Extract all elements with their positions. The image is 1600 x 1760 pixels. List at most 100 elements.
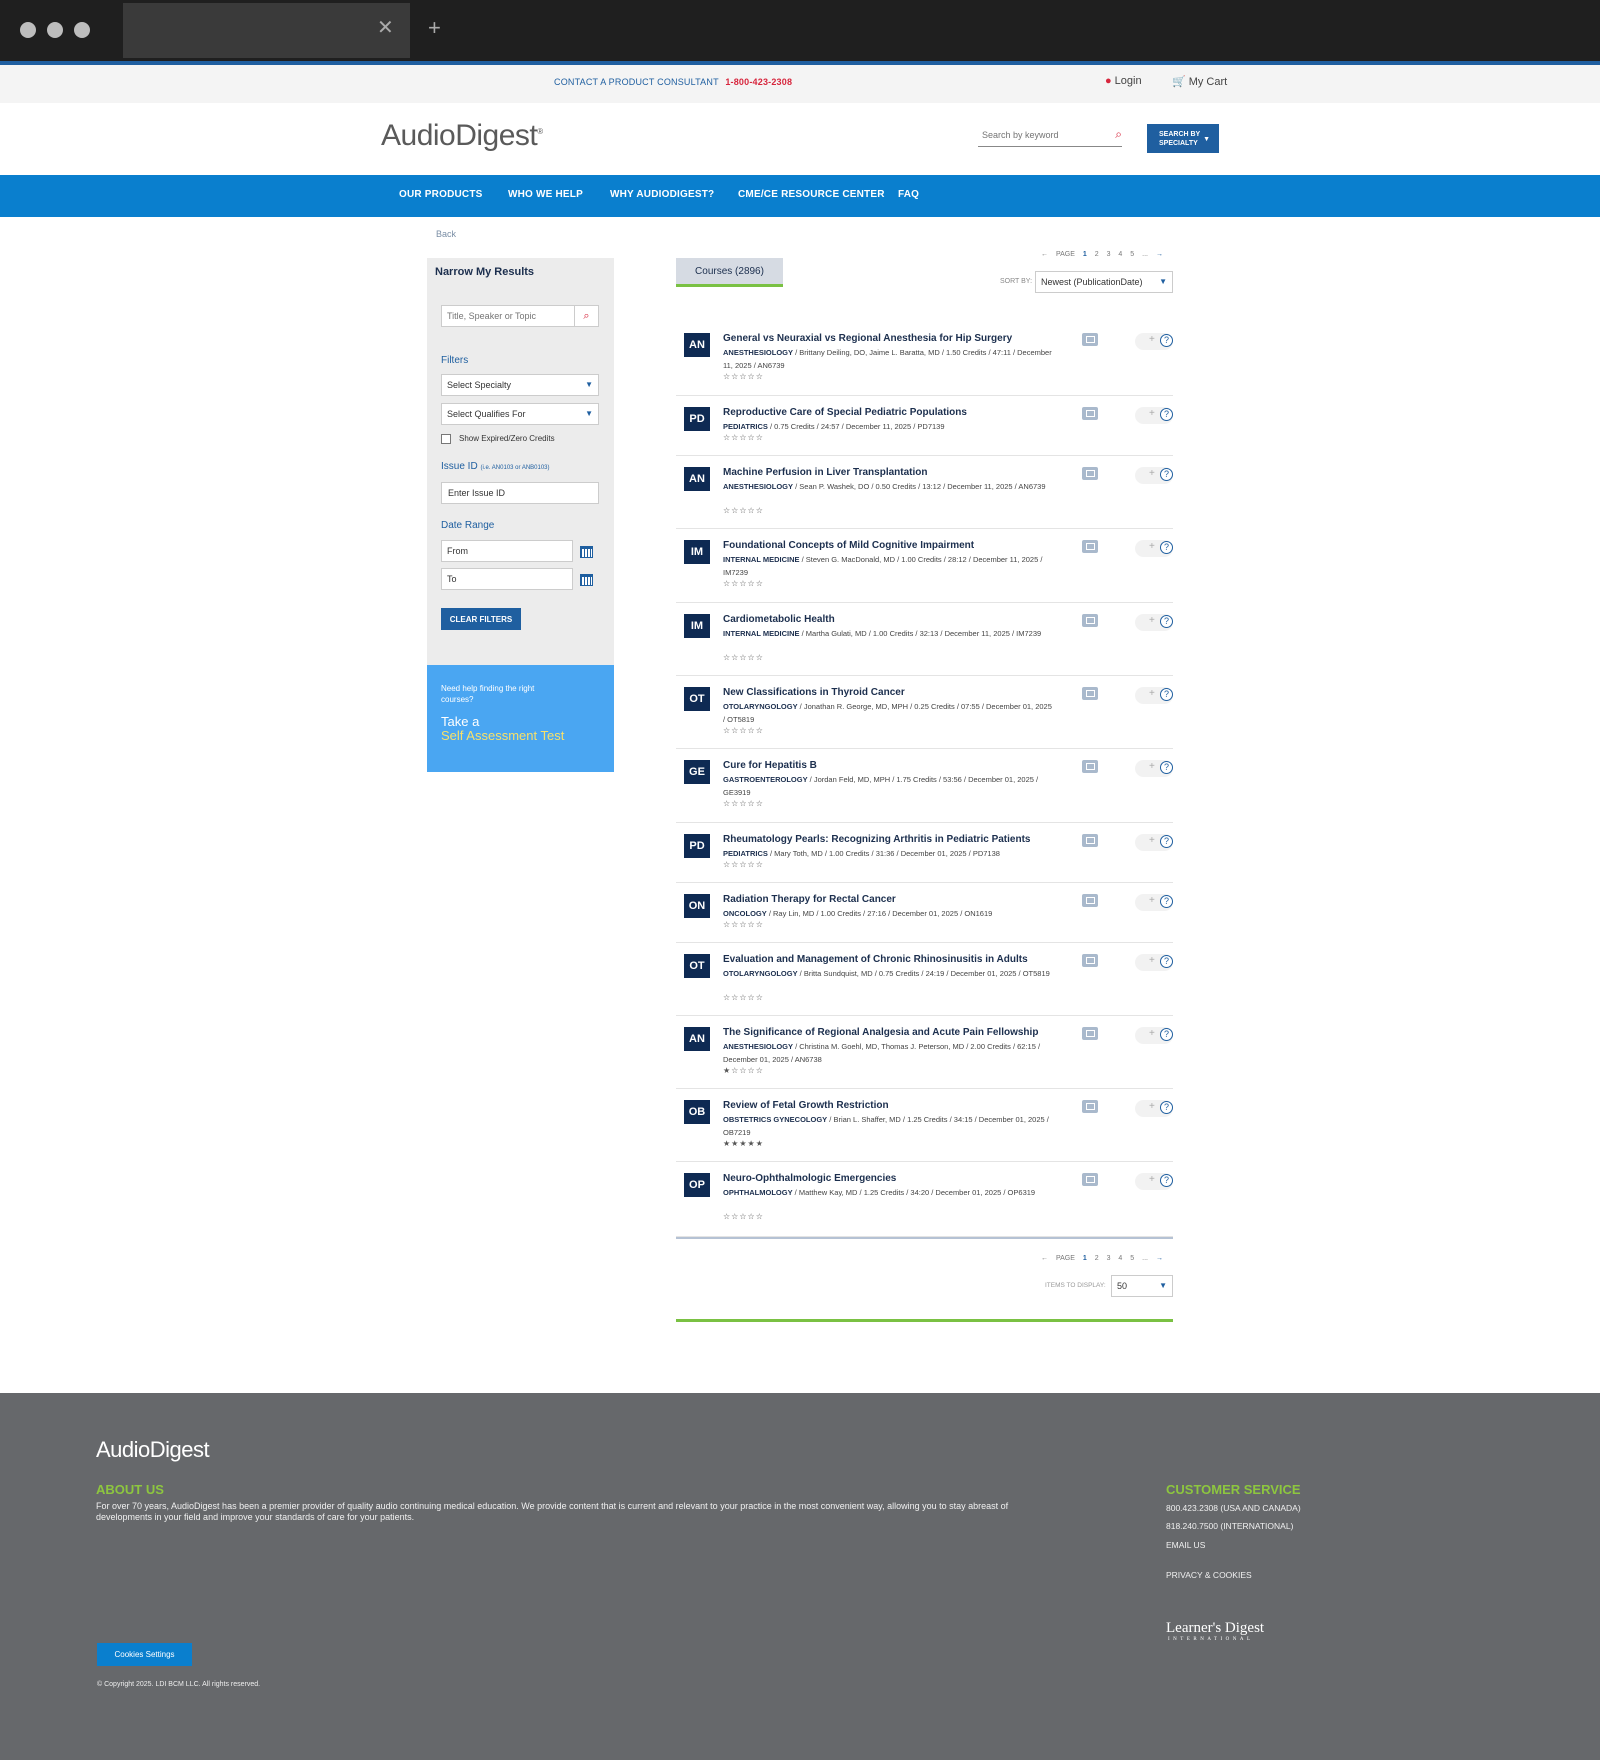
star-icon[interactable]: ☆ [739,579,747,588]
add-course-toggle[interactable]: +? [1135,540,1173,557]
issue-id-input[interactable]: Enter Issue ID [441,482,599,504]
course-title[interactable]: General vs Neuraxial vs Regional Anesthe… [723,333,1012,344]
star-icon[interactable]: ☆ [748,579,756,588]
calendar-icon[interactable] [580,574,593,586]
window-minimize-dot[interactable] [47,22,63,38]
help-icon[interactable]: ? [1160,541,1173,554]
star-icon[interactable]: ☆ [739,433,747,442]
course-row[interactable]: IM Cardiometabolic Health INTERNAL MEDICIN… [676,603,1173,676]
course-title[interactable]: Reproductive Care of Special Pediatric P… [723,407,967,418]
star-icon[interactable]: ☆ [723,920,731,929]
site-logo[interactable]: AudioDigest® [381,119,543,153]
add-course-toggle[interactable]: +? [1135,1027,1173,1044]
course-title[interactable]: The Significance of Regional Analgesia a… [723,1027,1038,1038]
star-rating[interactable]: ★☆☆☆☆ [723,1066,764,1075]
star-icon[interactable]: ☆ [748,433,756,442]
cs-email-link[interactable]: EMAIL US [1166,1540,1205,1550]
course-title[interactable]: Neuro-Ophthalmologic Emergencies [723,1173,896,1184]
course-row[interactable]: AN The Significance of Regional Analgesia… [676,1016,1173,1089]
media-preview-icon[interactable] [1082,1027,1098,1040]
star-icon[interactable]: ☆ [739,1212,747,1221]
help-icon[interactable]: ? [1160,615,1173,628]
course-title[interactable]: Rheumatology Pearls: Recognizing Arthrit… [723,834,1030,845]
course-row[interactable]: OT New Classifications in Thyroid Cancer O… [676,676,1173,749]
footer-logo[interactable]: AudioDigest [96,1437,210,1463]
course-row[interactable]: ON Radiation Therapy for Rectal Cancer ONC… [676,883,1173,943]
star-rating[interactable]: ☆☆☆☆☆ [723,506,764,515]
star-rating[interactable]: ☆☆☆☆☆ [723,993,764,1002]
add-course-toggle[interactable]: +? [1135,333,1173,350]
course-row[interactable]: AN Machine Perfusion in Liver Transplanta… [676,456,1173,529]
media-preview-icon[interactable] [1082,1173,1098,1186]
media-preview-icon[interactable] [1082,834,1098,847]
self-assessment-promo[interactable]: Need help finding the right courses? Tak… [427,665,614,772]
pager-page-1[interactable]: 1 [1083,251,1087,258]
pager-next[interactable]: → [1156,1255,1163,1262]
star-icon[interactable]: ☆ [739,372,747,381]
star-icon[interactable]: ★ [739,1139,747,1148]
star-icon[interactable]: ☆ [756,726,764,735]
date-to-input[interactable]: To [441,568,573,590]
course-title[interactable]: Review of Fetal Growth Restriction [723,1100,889,1111]
star-rating[interactable]: ☆☆☆☆☆ [723,799,764,808]
back-link[interactable]: Back [436,229,456,239]
star-rating[interactable]: ☆☆☆☆☆ [723,653,764,662]
star-rating[interactable]: ☆☆☆☆☆ [723,920,764,929]
pager-page-5[interactable]: 5 [1130,251,1134,258]
media-preview-icon[interactable] [1082,540,1098,553]
help-icon[interactable]: ? [1160,688,1173,701]
pager-next[interactable]: → [1156,251,1163,258]
help-icon[interactable]: ? [1160,1101,1173,1114]
pager-prev[interactable]: ← [1041,1255,1048,1262]
star-icon[interactable]: ☆ [756,1066,764,1075]
media-preview-icon[interactable] [1082,614,1098,627]
sidebar-search-input[interactable] [442,306,572,326]
star-icon[interactable]: ☆ [748,506,756,515]
pager-page-3[interactable]: 3 [1107,1255,1111,1262]
window-maximize-dot[interactable] [74,22,90,38]
star-icon[interactable]: ☆ [739,920,747,929]
clear-filters-button[interactable]: CLEAR FILTERS [441,608,521,630]
star-rating[interactable]: ☆☆☆☆☆ [723,726,764,735]
show-expired-checkbox[interactable] [441,434,451,444]
media-preview-icon[interactable] [1082,333,1098,346]
media-preview-icon[interactable] [1082,954,1098,967]
items-to-display-select[interactable]: 50 ▼ [1111,1275,1173,1297]
calendar-icon[interactable] [580,546,593,558]
star-rating[interactable]: ☆☆☆☆☆ [723,1212,764,1221]
privacy-cookies-link[interactable]: PRIVACY & COOKIES [1166,1570,1252,1580]
star-icon[interactable]: ★ [723,1139,731,1148]
star-icon[interactable]: ☆ [739,799,747,808]
media-preview-icon[interactable] [1082,894,1098,907]
star-icon[interactable]: ☆ [739,1066,747,1075]
qualifies-select[interactable]: Select Qualifies For ▼ [441,403,599,425]
pager-page-2[interactable]: 2 [1095,1255,1099,1262]
add-course-toggle[interactable]: +? [1135,954,1173,971]
nav-faq[interactable]: FAQ [898,189,919,200]
course-title[interactable]: Cure for Hepatitis B [723,760,817,771]
course-title[interactable]: Evaluation and Management of Chronic Rhi… [723,954,1028,965]
course-row[interactable]: GE Cure for Hepatitis B GASTROENTEROLOGY /… [676,749,1173,823]
star-icon[interactable]: ☆ [723,372,731,381]
login-link[interactable]: ● Login [1105,75,1142,87]
star-icon[interactable]: ★ [748,1139,756,1148]
star-icon[interactable]: ☆ [756,579,764,588]
new-tab-icon[interactable]: + [428,17,441,39]
star-icon[interactable]: ☆ [756,993,764,1002]
star-icon[interactable]: ☆ [723,860,731,869]
pager-page-4[interactable]: 4 [1118,1255,1122,1262]
star-icon[interactable]: ☆ [748,860,756,869]
star-icon[interactable]: ☆ [748,653,756,662]
help-icon[interactable]: ? [1160,334,1173,347]
course-row[interactable]: OB Review of Fetal Growth Restriction OBST… [676,1089,1173,1162]
add-course-toggle[interactable]: +? [1135,834,1173,851]
star-icon[interactable]: ☆ [748,799,756,808]
star-icon[interactable]: ☆ [723,1212,731,1221]
nav-cme-resource-center[interactable]: CME/CE RESOURCE CENTER [738,189,885,200]
add-course-toggle[interactable]: +? [1135,1173,1173,1190]
star-icon[interactable]: ☆ [748,372,756,381]
star-rating[interactable]: ★★★★★ [723,1139,764,1148]
star-icon[interactable]: ☆ [756,506,764,515]
course-row[interactable]: PD Rheumatology Pearls: Recognizing Arthr… [676,823,1173,883]
pager-prev[interactable]: ← [1041,251,1048,258]
